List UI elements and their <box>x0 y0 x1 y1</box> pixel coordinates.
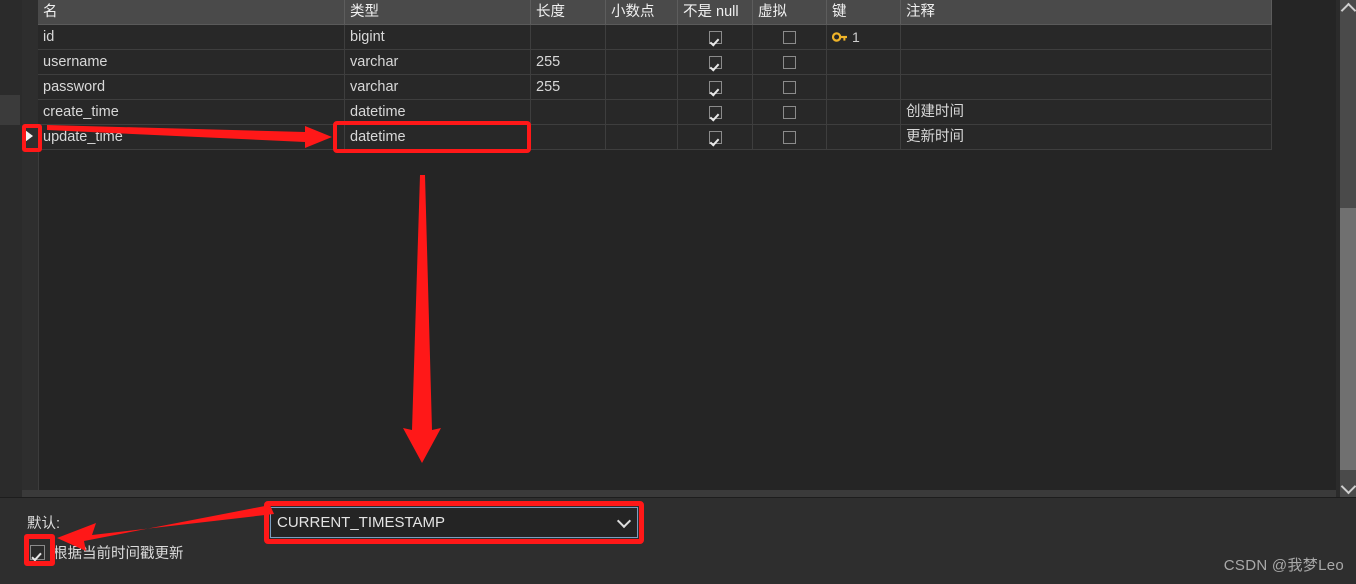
cell-field-name[interactable]: username <box>38 50 345 74</box>
cell-field-virtual[interactable] <box>753 25 827 49</box>
scroll-down-button[interactable] <box>1340 478 1356 497</box>
chevron-down-icon <box>616 513 632 528</box>
table-row[interactable]: username varchar 255 <box>38 50 1272 75</box>
notnull-checkbox[interactable] <box>708 30 722 44</box>
chevron-up-icon <box>1340 2 1356 19</box>
notnull-checkbox[interactable] <box>708 55 722 69</box>
cell-field-key[interactable] <box>827 50 901 74</box>
cell-field-comment[interactable] <box>901 50 1272 74</box>
cell-field-decimal[interactable] <box>606 50 678 74</box>
watermark: CSDN @我梦Leo <box>1223 557 1344 574</box>
row-selector-gutter[interactable] <box>22 0 39 497</box>
cell-field-notnull[interactable] <box>678 25 753 49</box>
left-background-strip <box>0 0 22 497</box>
cell-field-virtual[interactable] <box>753 50 827 74</box>
cell-field-length[interactable] <box>531 25 606 49</box>
cell-field-name[interactable]: update_time <box>38 125 345 149</box>
table-row-selected[interactable]: update_time datetime 更新时间 <box>38 125 1272 150</box>
cell-field-decimal[interactable] <box>606 75 678 99</box>
column-header-virtual[interactable]: 虚拟 <box>753 0 827 24</box>
notnull-checkbox[interactable] <box>708 80 722 94</box>
cell-field-virtual[interactable] <box>753 100 827 124</box>
chevron-down-icon <box>1340 478 1356 495</box>
cell-field-notnull[interactable] <box>678 100 753 124</box>
cell-field-virtual[interactable] <box>753 75 827 99</box>
cell-field-key[interactable] <box>827 125 901 149</box>
selected-row-marker-icon <box>25 130 33 142</box>
default-value-label: 默认: <box>27 516 61 532</box>
cell-field-comment[interactable] <box>901 25 1272 49</box>
cell-field-length[interactable]: 255 <box>531 75 606 99</box>
cell-field-virtual[interactable] <box>753 125 827 149</box>
on-update-checkbox[interactable] <box>30 545 45 560</box>
column-header-name[interactable]: 名 <box>38 0 345 24</box>
cell-field-length[interactable] <box>531 125 606 149</box>
vertical-scrollbar-thumb[interactable] <box>1340 208 1356 470</box>
cell-field-comment[interactable]: 更新时间 <box>901 125 1272 149</box>
virtual-checkbox[interactable] <box>783 130 796 144</box>
cell-field-type[interactable]: varchar <box>345 50 531 74</box>
cell-field-name[interactable]: create_time <box>38 100 345 124</box>
fields-grid: 名 类型 长度 小数点 不是 null 虚拟 键 注释 id bigint 1 … <box>38 0 1272 150</box>
cell-field-notnull[interactable] <box>678 125 753 149</box>
notnull-checkbox[interactable] <box>708 105 722 119</box>
key-icon <box>832 32 847 42</box>
grid-header-row: 名 类型 长度 小数点 不是 null 虚拟 键 注释 <box>38 0 1272 25</box>
cell-field-name[interactable]: id <box>38 25 345 49</box>
cell-field-type[interactable]: datetime <box>345 100 531 124</box>
cell-field-type[interactable]: varchar <box>345 75 531 99</box>
cell-field-decimal[interactable] <box>606 25 678 49</box>
notnull-checkbox[interactable] <box>708 130 722 144</box>
vertical-scrollbar[interactable] <box>1336 0 1356 497</box>
column-header-comment[interactable]: 注释 <box>901 0 1272 24</box>
virtual-checkbox[interactable] <box>783 30 796 44</box>
table-row[interactable]: create_time datetime 创建时间 <box>38 100 1272 125</box>
default-value-combobox[interactable]: CURRENT_TIMESTAMP <box>270 507 638 538</box>
column-header-decimal[interactable]: 小数点 <box>606 0 678 24</box>
key-index-label: 1 <box>852 28 860 45</box>
scroll-up-button[interactable] <box>1340 0 1356 19</box>
column-header-length[interactable]: 长度 <box>531 0 606 24</box>
combobox-dropdown-button[interactable] <box>611 513 637 530</box>
cell-field-length[interactable]: 255 <box>531 50 606 74</box>
virtual-checkbox[interactable] <box>783 105 796 119</box>
field-properties-panel <box>0 497 1356 584</box>
cell-field-type[interactable]: bigint <box>345 25 531 49</box>
database-designer-window: 名 类型 长度 小数点 不是 null 虚拟 键 注释 id bigint 1 … <box>0 0 1356 584</box>
cell-field-name[interactable]: password <box>38 75 345 99</box>
cell-field-decimal[interactable] <box>606 125 678 149</box>
on-update-label: 根据当前时间戳更新 <box>53 546 184 562</box>
cell-field-comment[interactable]: 创建时间 <box>901 100 1272 124</box>
table-row[interactable]: password varchar 255 <box>38 75 1272 100</box>
cell-field-key[interactable]: 1 <box>827 25 901 49</box>
cell-field-comment[interactable] <box>901 75 1272 99</box>
on-update-current-timestamp-row[interactable]: 根据当前时间戳更新 <box>30 542 184 563</box>
cell-field-decimal[interactable] <box>606 100 678 124</box>
cell-field-notnull[interactable] <box>678 75 753 99</box>
virtual-checkbox[interactable] <box>783 55 796 69</box>
table-row[interactable]: id bigint 1 <box>38 25 1272 50</box>
cell-field-type[interactable]: datetime <box>345 125 531 149</box>
cell-field-notnull[interactable] <box>678 50 753 74</box>
column-header-type[interactable]: 类型 <box>345 0 531 24</box>
cell-field-key[interactable] <box>827 100 901 124</box>
horizontal-scrollbar[interactable] <box>22 490 1336 497</box>
virtual-checkbox[interactable] <box>783 80 796 94</box>
column-header-key[interactable]: 键 <box>827 0 901 24</box>
cell-field-length[interactable] <box>531 100 606 124</box>
left-partial-panel-block <box>0 95 20 125</box>
annotation-arrow-down <box>403 175 441 463</box>
default-value-text: CURRENT_TIMESTAMP <box>277 514 446 531</box>
cell-field-key[interactable] <box>827 75 901 99</box>
column-header-notnull[interactable]: 不是 null <box>678 0 753 24</box>
